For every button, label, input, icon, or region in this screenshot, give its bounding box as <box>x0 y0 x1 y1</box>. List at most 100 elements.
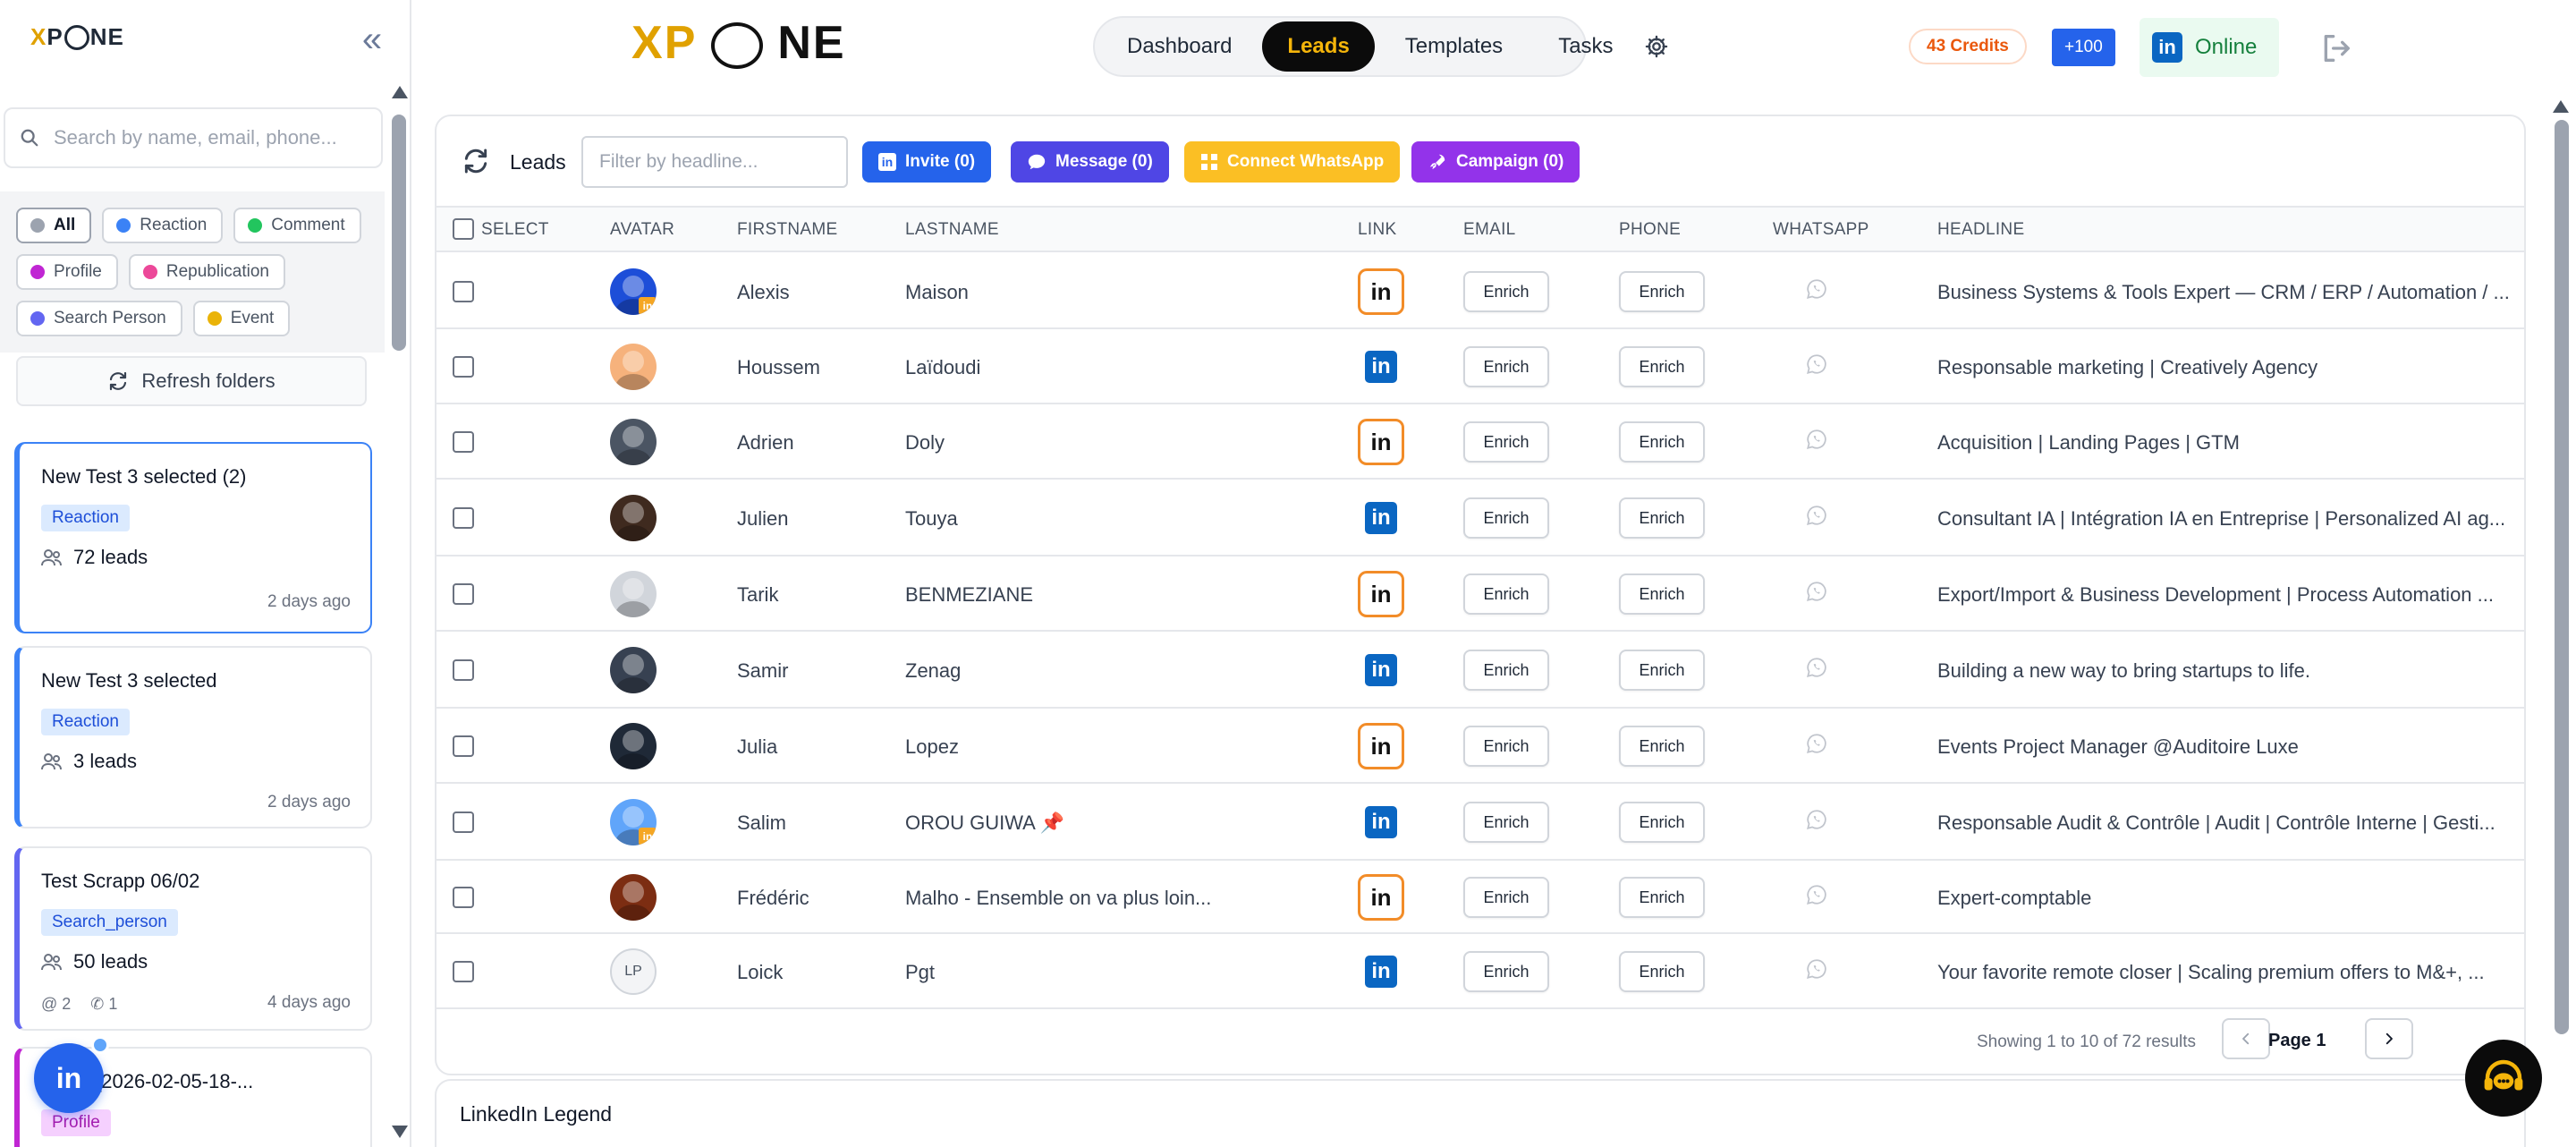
row-checkbox[interactable] <box>453 735 474 757</box>
enrich-email-button[interactable]: Enrich <box>1463 346 1549 387</box>
collapse-sidebar-icon[interactable]: « <box>354 21 390 59</box>
enrich-email-button[interactable]: Enrich <box>1463 951 1549 992</box>
enrich-phone-button[interactable]: Enrich <box>1619 802 1705 843</box>
enrich-phone-button[interactable]: Enrich <box>1619 421 1705 463</box>
filter-chip-republication[interactable]: Republication <box>128 254 285 290</box>
linkedin-fab-button[interactable]: in <box>34 1043 104 1113</box>
table-row[interactable]: Tarik BENMEZIANE in Enrich Enrich Export… <box>436 557 2524 632</box>
enrich-email-button[interactable]: Enrich <box>1463 574 1549 615</box>
campaign-button[interactable]: Campaign (0) <box>1411 141 1580 183</box>
message-button[interactable]: Message (0) <box>1011 141 1169 183</box>
linkedin-profile-link[interactable]: in <box>1365 806 1397 838</box>
support-chat-button[interactable] <box>2465 1040 2542 1117</box>
refresh-leads-icon[interactable] <box>462 147 492 177</box>
table-row[interactable]: Adrien Doly in Enrich Enrich Acquisition… <box>436 404 2524 480</box>
whatsapp-icon[interactable] <box>1805 277 1828 301</box>
filter-chip-comment[interactable]: Comment <box>233 208 361 243</box>
connect-whatsapp-button[interactable]: Connect WhatsApp <box>1184 141 1401 183</box>
page-scrollbar[interactable] <box>2555 120 2569 1034</box>
linkedin-profile-link[interactable]: in <box>1358 268 1404 315</box>
whatsapp-icon[interactable] <box>1805 428 1828 451</box>
enrich-phone-button[interactable]: Enrich <box>1619 574 1705 615</box>
row-checkbox[interactable] <box>453 281 474 302</box>
linkedin-profile-link[interactable]: in <box>1365 956 1397 988</box>
linkedin-profile-link[interactable]: in <box>1365 502 1397 534</box>
page-scroll-up-arrow[interactable] <box>2553 100 2569 113</box>
next-page-button[interactable] <box>2365 1018 2413 1059</box>
nav-tasks[interactable]: Tasks <box>1533 21 1638 72</box>
filter-chip-search-person[interactable]: Search Person <box>16 301 182 336</box>
filter-chip-event[interactable]: Event <box>192 301 291 336</box>
headline-filter-input[interactable] <box>581 136 848 188</box>
logout-icon[interactable] <box>2318 30 2354 66</box>
nav-dashboard[interactable]: Dashboard <box>1102 21 1257 72</box>
enrich-phone-button[interactable]: Enrich <box>1619 271 1705 312</box>
enrich-email-button[interactable]: Enrich <box>1463 802 1549 843</box>
linkedin-profile-link[interactable]: in <box>1365 351 1397 383</box>
enrich-phone-button[interactable]: Enrich <box>1619 346 1705 387</box>
select-all-checkbox[interactable] <box>453 218 474 240</box>
row-checkbox[interactable] <box>453 507 474 529</box>
table-row[interactable]: Houssem Laïdoudi in Enrich Enrich Respon… <box>436 329 2524 404</box>
table-row[interactable]: in Salim OROU GUIWA 📌 in Enrich Enrich R… <box>436 784 2524 861</box>
sidebar-scrollbar[interactable] <box>392 115 406 351</box>
table-row[interactable]: Julia Lopez in Enrich Enrich Events Proj… <box>436 709 2524 784</box>
linkedin-profile-link[interactable]: in <box>1358 419 1404 465</box>
whatsapp-icon[interactable] <box>1805 353 1828 376</box>
linkedin-profile-link[interactable]: in <box>1358 874 1404 921</box>
folder-search-input[interactable] <box>54 126 358 149</box>
row-checkbox[interactable] <box>453 356 474 378</box>
linkedin-status[interactable]: in Online <box>2140 18 2279 77</box>
enrich-email-button[interactable]: Enrich <box>1463 421 1549 463</box>
refresh-folders-button[interactable]: Refresh folders <box>16 356 367 406</box>
table-row[interactable]: LP Loick Pgt in Enrich Enrich Your favor… <box>436 934 2524 1009</box>
app-logo[interactable]: XP NE <box>631 16 846 70</box>
col-headline[interactable]: HEADLINE <box>1937 220 2024 240</box>
sidebar-logo[interactable]: XP NE <box>30 23 124 51</box>
nav-leads[interactable]: Leads <box>1262 21 1375 72</box>
enrich-phone-button[interactable]: Enrich <box>1619 877 1705 918</box>
table-row[interactable]: Julien Touya in Enrich Enrich Consultant… <box>436 480 2524 557</box>
row-checkbox[interactable] <box>453 887 474 908</box>
enrich-email-button[interactable]: Enrich <box>1463 726 1549 767</box>
col-lastname[interactable]: LASTNAME <box>905 220 999 240</box>
enrich-phone-button[interactable]: Enrich <box>1619 497 1705 539</box>
row-checkbox[interactable] <box>453 961 474 982</box>
col-firstname[interactable]: FIRSTNAME <box>737 220 837 240</box>
enrich-email-button[interactable]: Enrich <box>1463 271 1549 312</box>
whatsapp-icon[interactable] <box>1805 656 1828 679</box>
row-checkbox[interactable] <box>453 659 474 681</box>
folder-card[interactable]: New Test 3 selected (2) Reaction 72 lead… <box>14 442 372 633</box>
prev-page-button[interactable] <box>2222 1018 2270 1059</box>
enrich-phone-button[interactable]: Enrich <box>1619 951 1705 992</box>
credits-badge[interactable]: 43 Credits <box>1909 29 2027 64</box>
folder-card[interactable]: Test Scrapp 06/02 Search_person 50 leads… <box>14 846 372 1031</box>
table-row[interactable]: Frédéric Malho - Ensemble on va plus loi… <box>436 861 2524 934</box>
row-checkbox[interactable] <box>453 583 474 605</box>
filter-chip-all[interactable]: All <box>16 208 92 243</box>
folder-card[interactable]: New Test 3 selected Reaction 3 leads 2 d… <box>14 646 372 828</box>
enrich-email-button[interactable]: Enrich <box>1463 877 1549 918</box>
buy-credits-button[interactable]: +100 <box>2052 29 2115 66</box>
scroll-up-arrow[interactable] <box>392 86 408 98</box>
enrich-phone-button[interactable]: Enrich <box>1619 726 1705 767</box>
table-row[interactable]: Samir Zenag in Enrich Enrich Building a … <box>436 632 2524 709</box>
whatsapp-icon[interactable] <box>1805 504 1828 527</box>
nav-templates[interactable]: Templates <box>1380 21 1528 72</box>
whatsapp-icon[interactable] <box>1805 957 1828 981</box>
whatsapp-icon[interactable] <box>1805 580 1828 603</box>
row-checkbox[interactable] <box>453 811 474 833</box>
enrich-phone-button[interactable]: Enrich <box>1619 650 1705 691</box>
enrich-email-button[interactable]: Enrich <box>1463 497 1549 539</box>
scroll-down-arrow[interactable] <box>392 1126 408 1138</box>
invite-button[interactable]: in Invite (0) <box>862 141 992 183</box>
settings-gear-icon[interactable] <box>1644 21 1669 72</box>
whatsapp-icon[interactable] <box>1805 808 1828 831</box>
filter-chip-reaction[interactable]: Reaction <box>102 208 224 243</box>
table-row[interactable]: in Alexis Maison in Enrich Enrich Busine… <box>436 254 2524 329</box>
linkedin-profile-link[interactable]: in <box>1358 571 1404 617</box>
linkedin-profile-link[interactable]: in <box>1365 654 1397 686</box>
filter-chip-profile[interactable]: Profile <box>16 254 118 290</box>
row-checkbox[interactable] <box>453 431 474 453</box>
linkedin-profile-link[interactable]: in <box>1358 723 1404 769</box>
